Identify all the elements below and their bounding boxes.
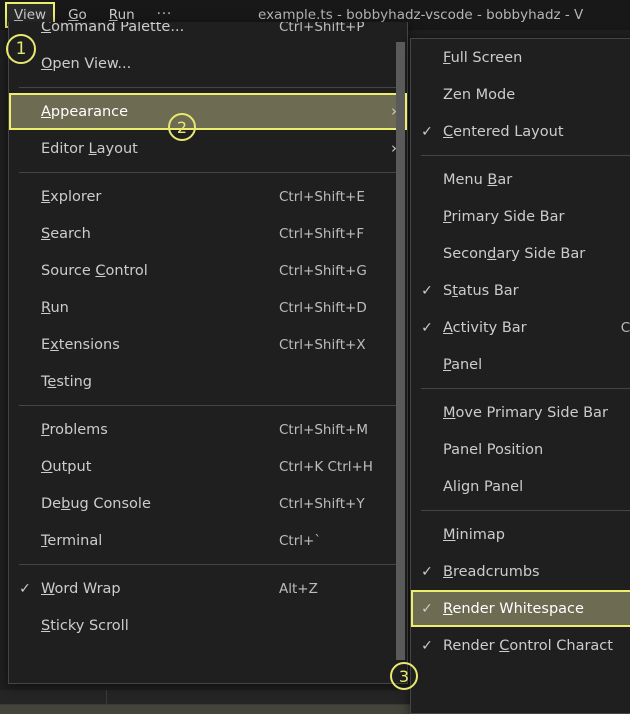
menu-item-label: Output bbox=[41, 458, 92, 475]
menu-item-label: Appearance bbox=[41, 103, 129, 120]
view-menu-scrollbar[interactable] bbox=[396, 42, 405, 660]
menu-item-label: Render Control Charact bbox=[443, 637, 613, 654]
view-menu-item-testing[interactable]: Testing bbox=[9, 363, 407, 400]
menu-item-label: Terminal bbox=[41, 532, 103, 549]
appearance-menu-item-panel-position[interactable]: Panel Position bbox=[411, 431, 630, 468]
menu-item-label: Full Screen bbox=[443, 49, 523, 66]
menu-item-shortcut: Ctrl+K Ctrl+H bbox=[279, 458, 373, 475]
view-menu-item-explorer[interactable]: Explorer Ctrl+Shift+E bbox=[9, 178, 407, 215]
appearance-menu-item-breadcrumbs[interactable]: ✓ Breadcrumbs bbox=[411, 553, 630, 590]
menu-item-shortcut: Alt+Z bbox=[279, 580, 318, 597]
menu-item-label: Open View... bbox=[41, 55, 132, 72]
check-icon: ✓ bbox=[421, 637, 433, 654]
menu-separator bbox=[421, 155, 630, 156]
menu-item-label: Explorer bbox=[41, 188, 102, 205]
menu-item-label: Primary Side Bar bbox=[443, 208, 565, 225]
appearance-menu-item-render-whitespace[interactable]: ✓ Render Whitespace bbox=[411, 590, 630, 627]
appearance-menu-item-full-screen[interactable]: Full Screen bbox=[411, 39, 630, 76]
menu-separator bbox=[19, 172, 397, 173]
menu-item-label: Word Wrap bbox=[41, 580, 121, 597]
menu-item-label: Problems bbox=[41, 421, 108, 438]
check-icon: ✓ bbox=[421, 123, 433, 140]
annotation-circle-3: 3 bbox=[390, 662, 418, 690]
menu-item-label: Align Panel bbox=[443, 478, 524, 495]
menu-item-shortcut: Ctrl+Shift+M bbox=[279, 421, 368, 438]
menu-item-label: Minimap bbox=[443, 526, 505, 543]
menu-separator bbox=[19, 87, 397, 88]
menu-item-shortcut: Ctrl+Shift+E bbox=[279, 188, 365, 205]
appearance-menu-item-menu-bar[interactable]: Menu Bar bbox=[411, 161, 630, 198]
view-menu-item-appearance[interactable]: Appearance › bbox=[9, 93, 407, 130]
menu-item-label: Menu Bar bbox=[443, 171, 513, 188]
menu-item-label: Sticky Scroll bbox=[41, 617, 129, 634]
menu-item-shortcut: Ctrl+Shift+Y bbox=[279, 495, 365, 512]
check-icon: ✓ bbox=[421, 563, 433, 580]
appearance-menu-item-minimap[interactable]: Minimap bbox=[411, 516, 630, 553]
annotation-circle-2: 2 bbox=[168, 113, 196, 141]
menu-item-label: Panel bbox=[443, 356, 483, 373]
menu-separator bbox=[19, 564, 397, 565]
menu-item-label: Debug Console bbox=[41, 495, 151, 512]
menu-item-label: Testing bbox=[41, 373, 92, 390]
menu-item-shortcut: Ctrl+Shift+G bbox=[279, 262, 367, 279]
view-menu-item-sticky-scroll[interactable]: Sticky Scroll bbox=[9, 607, 407, 644]
view-dropdown-menu[interactable]: Command Palette... Ctrl+Shift+P Open View.… bbox=[8, 22, 408, 684]
appearance-submenu[interactable]: Full Screen Zen Mode ✓ Centered Layout Menu … bbox=[410, 38, 630, 714]
check-icon: ✓ bbox=[421, 282, 433, 299]
appearance-menu-item-zen-mode[interactable]: Zen Mode bbox=[411, 76, 630, 113]
appearance-menu-items[interactable]: Full Screen Zen Mode ✓ Centered Layout Menu … bbox=[411, 39, 630, 664]
appearance-menu-item-status-bar[interactable]: ✓ Status Bar bbox=[411, 272, 630, 309]
check-icon: ✓ bbox=[421, 600, 433, 617]
menu-item-shortcut: Ctrl+Shift+X bbox=[279, 336, 366, 353]
menu-item-label: Render Whitespace bbox=[443, 600, 584, 617]
menu-item-label: Source Control bbox=[41, 262, 148, 279]
menu-item-label: Run bbox=[41, 299, 69, 316]
appearance-menu-item-move-primary-side-bar[interactable]: Move Primary Side Bar bbox=[411, 394, 630, 431]
menu-item-label: Panel Position bbox=[443, 441, 544, 458]
view-menu-item-debug-console[interactable]: Debug Console Ctrl+Shift+Y bbox=[9, 485, 407, 522]
menu-separator bbox=[421, 388, 630, 389]
view-menu-item-editor-layout[interactable]: Editor Layout › bbox=[9, 130, 407, 167]
view-menu-item-source-control[interactable]: Source Control Ctrl+Shift+G bbox=[9, 252, 407, 289]
menu-item-shortcut: Ctrl+Shift+P bbox=[279, 22, 365, 35]
menu-item-shortcut: Ctrl+Shift+D bbox=[279, 299, 367, 316]
appearance-menu-item-align-panel[interactable]: Align Panel bbox=[411, 468, 630, 505]
view-menu-items[interactable]: Command Palette... Ctrl+Shift+P Open View.… bbox=[9, 22, 407, 644]
view-menu-item-search[interactable]: Search Ctrl+Shift+F bbox=[9, 215, 407, 252]
view-menu-item-problems[interactable]: Problems Ctrl+Shift+M bbox=[9, 411, 407, 448]
view-menu-item-word-wrap[interactable]: ✓ Word Wrap Alt+Z bbox=[9, 570, 407, 607]
menu-item-label: Move Primary Side Bar bbox=[443, 404, 608, 421]
menu-item-label: Centered Layout bbox=[443, 123, 564, 140]
view-menu-item-run[interactable]: Run Ctrl+Shift+D bbox=[9, 289, 407, 326]
menu-item-label: Editor Layout bbox=[41, 140, 138, 157]
view-menu-item-open-view[interactable]: Open View... bbox=[9, 45, 407, 82]
check-icon: ✓ bbox=[19, 580, 31, 597]
menu-item-label: Search bbox=[41, 225, 91, 242]
appearance-menu-item-secondary-side-bar[interactable]: Secondary Side Bar bbox=[411, 235, 630, 272]
check-icon: ✓ bbox=[421, 319, 433, 336]
menu-item-shortcut: Ctrl+Shift+F bbox=[279, 225, 365, 242]
menu-item-label: Breadcrumbs bbox=[443, 563, 540, 580]
menu-item-label: Secondary Side Bar bbox=[443, 245, 586, 262]
view-menu-item-terminal[interactable]: Terminal Ctrl+` bbox=[9, 522, 407, 559]
appearance-menu-item-panel[interactable]: Panel bbox=[411, 346, 630, 383]
appearance-menu-item-render-control-charact[interactable]: ✓ Render Control Charact bbox=[411, 627, 630, 664]
menu-item-shortcut: Ctr bbox=[620, 319, 630, 336]
menu-item-label: Zen Mode bbox=[443, 86, 516, 103]
appearance-menu-item-primary-side-bar[interactable]: Primary Side Bar bbox=[411, 198, 630, 235]
appearance-menu-item-centered-layout[interactable]: ✓ Centered Layout bbox=[411, 113, 630, 150]
annotation-circle-1: 1 bbox=[6, 34, 36, 64]
appearance-menu-item-activity-bar[interactable]: ✓ Activity Bar Ctr bbox=[411, 309, 630, 346]
vscode-window: View Go Run ··· example.ts - bobbyhadz-vsco… bbox=[0, 0, 630, 714]
view-menu-item-output[interactable]: Output Ctrl+K Ctrl+H bbox=[9, 448, 407, 485]
menu-item-label: Command Palette... bbox=[41, 22, 185, 35]
menu-item-label: Extensions bbox=[41, 336, 120, 353]
view-menu-item-extensions[interactable]: Extensions Ctrl+Shift+X bbox=[9, 326, 407, 363]
menu-separator bbox=[421, 510, 630, 511]
menu-item-shortcut: Ctrl+` bbox=[279, 532, 322, 549]
menu-item-label: Status Bar bbox=[443, 282, 519, 299]
menu-item-label: Activity Bar bbox=[443, 319, 527, 336]
menu-separator bbox=[19, 405, 397, 406]
view-menu-item-command-palette[interactable]: Command Palette... Ctrl+Shift+P bbox=[9, 22, 407, 45]
